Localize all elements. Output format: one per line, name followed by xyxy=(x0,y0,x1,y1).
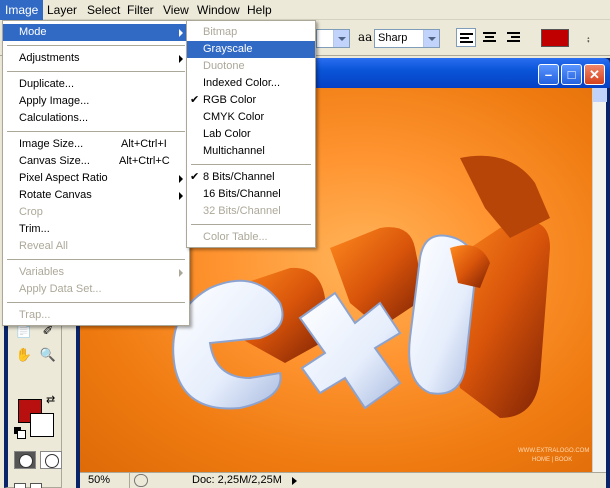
menu-item-crop: Crop xyxy=(19,206,43,218)
mode-submenu: Bitmap Grayscale Duotone Indexed Color..… xyxy=(186,20,316,248)
antialias-value: Sharp xyxy=(378,32,408,44)
menu-item-rotate-canvas[interactable]: Rotate Canvas xyxy=(3,187,189,204)
menu-item-32-bits: 32 Bits/Channel xyxy=(203,205,281,217)
quick-mask-mode-button[interactable] xyxy=(40,451,62,469)
menu-item-trap: Trap... xyxy=(19,309,51,321)
menu-item-image-size[interactable]: Image Size... Alt+Ctrl+I xyxy=(3,136,189,153)
zoom-level: 50% xyxy=(88,474,111,486)
menu-item-canvas-size[interactable]: Canvas Size... Alt+Ctrl+C xyxy=(3,153,189,170)
dropdown-arrow-icon xyxy=(333,30,349,47)
submenu-arrow-icon xyxy=(179,192,183,200)
menu-layer[interactable]: Layer xyxy=(42,0,82,20)
menu-separator xyxy=(191,224,311,225)
shortcut: Alt+Ctrl+I xyxy=(121,138,167,150)
menu-item-8-bits[interactable]: ✔ 8 Bits/Channel xyxy=(187,169,315,186)
menu-item-multichannel[interactable]: Multichannel xyxy=(187,143,315,160)
menu-item-rgb-color[interactable]: ✔ RGB Color xyxy=(187,92,315,109)
align-center-button[interactable] xyxy=(480,28,500,47)
screen-mode-menubar-icon[interactable] xyxy=(30,483,42,488)
submenu-arrow-icon xyxy=(179,269,183,277)
align-right-button[interactable] xyxy=(504,28,524,47)
antialias-dropdown[interactable]: Sharp xyxy=(374,29,440,48)
document-size-info: Doc: 2,25M/2,25M xyxy=(192,474,282,486)
menu-item-reveal-all: Reveal All xyxy=(19,240,68,252)
menu-filter[interactable]: Filter xyxy=(122,0,159,20)
status-info-icon[interactable] xyxy=(134,474,148,487)
hand-tool-icon[interactable]: ✋ xyxy=(14,345,34,365)
menu-item-bitmap: Bitmap xyxy=(203,26,238,38)
menu-item-adjustments[interactable]: Adjustments xyxy=(3,50,189,67)
zoom-tool-icon[interactable]: 🔍 xyxy=(38,345,58,365)
dropdown-arrow-icon xyxy=(423,30,439,47)
menu-separator xyxy=(7,302,185,303)
menu-item-color-table: Color Table... xyxy=(203,231,268,243)
warp-text-icon[interactable]: ⨾ xyxy=(587,29,590,46)
font-size-dropdown[interactable] xyxy=(316,29,350,48)
menu-view[interactable]: View xyxy=(158,0,194,20)
shortcut: Alt+Ctrl+C xyxy=(119,155,170,167)
submenu-arrow-icon xyxy=(179,55,183,63)
maximize-button[interactable]: □ xyxy=(561,64,582,85)
menu-item-duotone: Duotone xyxy=(203,60,245,72)
vertical-scrollbar[interactable] xyxy=(592,88,607,472)
menu-separator xyxy=(7,259,185,260)
close-button[interactable]: ✕ xyxy=(584,64,605,85)
menu-item-pixel-aspect-ratio[interactable]: Pixel Aspect Ratio xyxy=(3,170,189,187)
menu-item-indexed-color[interactable]: Indexed Color... xyxy=(187,75,315,92)
menu-item-16-bits[interactable]: 16 Bits/Channel xyxy=(187,186,315,203)
antialias-icon: aa xyxy=(358,30,373,44)
checkmark-icon: ✔ xyxy=(190,171,200,183)
menu-separator xyxy=(7,45,185,46)
menu-help[interactable]: Help xyxy=(242,0,277,20)
align-left-button[interactable] xyxy=(456,28,476,47)
swap-colors-icon[interactable]: ⇄ xyxy=(46,393,55,406)
submenu-arrow-icon xyxy=(179,29,183,37)
toolbox: 📄 ✐ ✋ 🔍 ⇄ xyxy=(4,310,62,488)
menu-item-calculations[interactable]: Calculations... xyxy=(3,110,189,127)
menu-separator xyxy=(191,164,311,165)
menu-item-variables: Variables xyxy=(3,264,189,281)
status-menu-arrow-icon[interactable] xyxy=(288,473,302,488)
default-colors-icon[interactable] xyxy=(14,427,26,439)
scroll-up-button[interactable] xyxy=(593,88,607,102)
menu-item-cmyk-color[interactable]: CMYK Color xyxy=(187,109,315,126)
image-menu: Mode Adjustments Duplicate... Apply Imag… xyxy=(2,20,190,326)
submenu-arrow-icon xyxy=(179,175,183,183)
menu-item-apply-image[interactable]: Apply Image... xyxy=(3,93,189,110)
menu-select[interactable]: Select xyxy=(82,0,125,20)
menu-separator xyxy=(7,131,185,132)
menu-image[interactable]: Image xyxy=(0,0,44,20)
watermark-links: HOME | BOOK xyxy=(532,457,572,463)
text-color-swatch[interactable] xyxy=(541,29,569,47)
zoom-field[interactable]: 50% xyxy=(84,473,130,488)
menu-item-trim[interactable]: Trim... xyxy=(3,221,189,238)
background-color[interactable] xyxy=(30,413,54,437)
screen-mode-standard-icon[interactable] xyxy=(14,483,26,488)
status-bar: 50% Doc: 2,25M/2,25M xyxy=(80,472,606,488)
watermark-url: WWW.EXTRALOGO.COM xyxy=(518,448,589,454)
menu-item-duplicate[interactable]: Duplicate... xyxy=(3,76,189,93)
menu-bar: Image Layer Select Filter View Window He… xyxy=(0,0,610,20)
menu-item-grayscale[interactable]: Grayscale xyxy=(187,41,315,58)
checkmark-icon: ✔ xyxy=(190,94,200,106)
menu-window[interactable]: Window xyxy=(192,0,245,20)
standard-mode-button[interactable] xyxy=(14,451,36,469)
menu-item-apply-data-set: Apply Data Set... xyxy=(19,283,102,295)
menu-item-mode[interactable]: Mode xyxy=(3,24,189,41)
menu-separator xyxy=(7,71,185,72)
menu-item-lab-color[interactable]: Lab Color xyxy=(187,126,315,143)
minimize-button[interactable]: – xyxy=(538,64,559,85)
